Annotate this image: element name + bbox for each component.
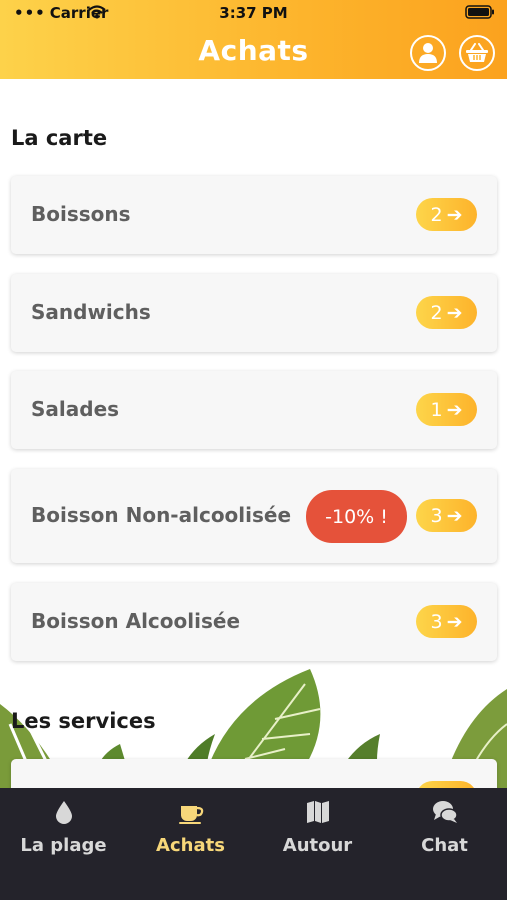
category-count: 2 bbox=[430, 301, 443, 324]
category-count: 2 bbox=[430, 203, 443, 226]
section-title-services: Les services bbox=[11, 709, 156, 733]
category-count: 1 bbox=[430, 398, 443, 421]
category-count-pill[interactable]: 3 ➔ bbox=[416, 499, 477, 532]
arrow-right-icon: ➔ bbox=[446, 398, 463, 421]
tab-autour[interactable]: Autour bbox=[254, 788, 381, 900]
tab-label: La plage bbox=[20, 835, 107, 856]
battery-icon bbox=[465, 5, 494, 19]
category-card-boissons[interactable]: Boissons 2 ➔ bbox=[11, 176, 497, 254]
tab-la-plage[interactable]: La plage bbox=[0, 788, 127, 900]
tab-label: Achats bbox=[156, 835, 225, 856]
category-label: Boissons bbox=[31, 202, 131, 226]
promo-badge: -10% ! bbox=[306, 490, 407, 543]
category-count: 3 bbox=[430, 610, 443, 633]
tab-label: Chat bbox=[421, 835, 468, 856]
chat-bubbles-icon bbox=[432, 801, 458, 823]
arrow-right-icon: ➔ bbox=[446, 203, 463, 226]
tab-label: Autour bbox=[282, 835, 353, 856]
drop-icon bbox=[55, 801, 72, 824]
bottom-tab-bar: La plage Achats Autour Chat bbox=[0, 788, 507, 900]
arrow-right-icon: ➔ bbox=[446, 301, 463, 324]
category-count-pill[interactable]: 2 ➔ bbox=[416, 198, 477, 231]
category-count-pill[interactable]: 1 ➔ bbox=[416, 393, 477, 426]
category-label: Boisson Alcoolisée bbox=[31, 609, 241, 633]
category-label: Salades bbox=[31, 397, 120, 421]
section-title-carte: La carte bbox=[11, 126, 108, 150]
category-card-salades[interactable]: Salades 1 ➔ bbox=[11, 371, 497, 449]
category-count: 3 bbox=[430, 504, 443, 527]
service-count-pill[interactable] bbox=[416, 781, 477, 788]
category-label: Sandwichs bbox=[31, 300, 151, 324]
service-card[interactable] bbox=[11, 759, 497, 788]
basket-icon bbox=[466, 43, 488, 62]
category-count-pill[interactable]: 2 ➔ bbox=[416, 296, 477, 329]
coffee-cup-icon bbox=[178, 806, 203, 824]
basket-button[interactable] bbox=[459, 35, 495, 71]
map-icon bbox=[306, 801, 329, 823]
arrow-right-icon: ➔ bbox=[446, 504, 463, 527]
category-count-pill[interactable]: 3 ➔ bbox=[416, 605, 477, 638]
app-header: ••• Carrier 3:37 PM Achats bbox=[0, 0, 507, 79]
user-button[interactable] bbox=[410, 35, 446, 71]
tab-chat[interactable]: Chat bbox=[381, 788, 507, 900]
main-content[interactable]: La carte Boissons 2 ➔ Sandwichs 2 ➔ Sala… bbox=[0, 79, 507, 788]
category-label: Boisson Non-alcoolisée bbox=[31, 503, 292, 527]
category-card-boisson-alcoolisee[interactable]: Boisson Alcoolisée 3 ➔ bbox=[11, 583, 497, 661]
status-bar: ••• Carrier 3:37 PM bbox=[0, 0, 507, 26]
user-icon bbox=[419, 43, 437, 63]
status-time: 3:37 PM bbox=[219, 4, 288, 22]
tab-achats[interactable]: Achats bbox=[127, 788, 254, 900]
category-card-boisson-non-alcoolisee[interactable]: Boisson Non-alcoolisée -10% ! 3 ➔ bbox=[11, 469, 497, 563]
arrow-right-icon: ➔ bbox=[446, 610, 463, 633]
category-card-sandwichs[interactable]: Sandwichs 2 ➔ bbox=[11, 274, 497, 352]
